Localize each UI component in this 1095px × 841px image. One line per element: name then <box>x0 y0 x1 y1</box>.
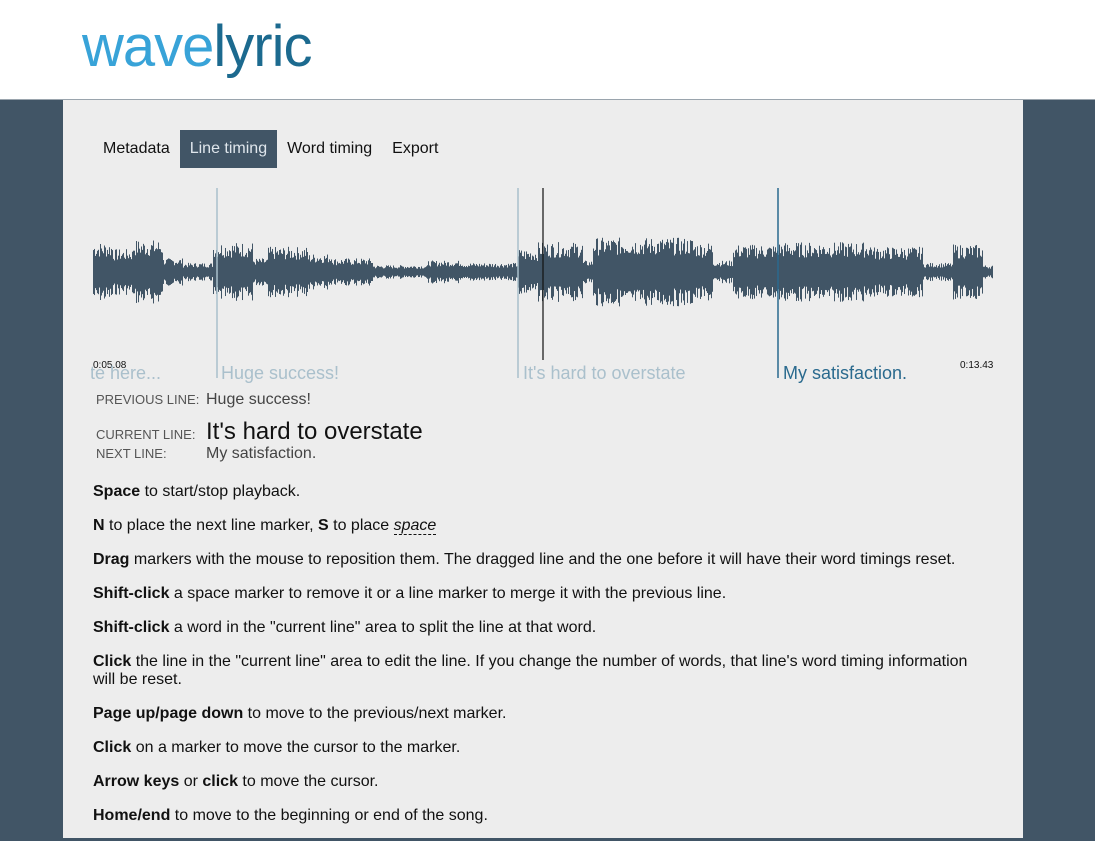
help-shift-click-word: Shift-click a word in the "current line"… <box>93 619 993 637</box>
line-info: PREVIOUS LINE: Huge success! CURRENT LIN… <box>96 391 423 472</box>
help-click-marker: Click on a marker to move the cursor to … <box>93 739 993 757</box>
help-page-key: Page up/page down <box>93 705 244 722</box>
help-arrow: Arrow keys or click to move the cursor. <box>93 773 993 791</box>
help-shift1-text: a space marker to remove it or a line ma… <box>169 585 727 602</box>
help-arrow-key: Arrow keys <box>93 773 180 790</box>
help-space: Space to start/stop playback. <box>93 483 993 501</box>
tab-line-timing[interactable]: Line timing <box>179 130 278 168</box>
tab-export[interactable]: Export <box>382 130 448 168</box>
lyric-marker-my-satisfaction-label[interactable]: My satisfaction. <box>783 363 907 384</box>
help-click2-key: Click <box>93 739 132 756</box>
help-s-text: to place <box>328 517 394 534</box>
end-time-label: 0:13.43 <box>960 360 994 371</box>
header: wavelyric <box>0 0 1095 100</box>
help-n-text: to place the next line marker, <box>104 517 319 534</box>
waveform[interactable] <box>93 188 993 380</box>
help-shift2-key: Shift-click <box>93 619 170 636</box>
help-drag: Drag markers with the mouse to repositio… <box>93 551 993 569</box>
next-line-label: NEXT LINE: <box>96 446 167 461</box>
help-text: Space to start/stop playback. N to place… <box>93 483 993 841</box>
logo-part-wave: wave <box>82 14 214 79</box>
help-page: Page up/page down to move to the previou… <box>93 705 993 723</box>
logo-part-lyric: lyric <box>213 14 312 79</box>
lyric-marker-prev-label[interactable]: ...te here: <box>91 363 161 384</box>
lyric-marker-huge-success-label[interactable]: Huge success! <box>221 363 339 384</box>
help-space-word: space <box>393 517 437 535</box>
help-s-key: S <box>318 517 329 534</box>
tab-metadata[interactable]: Metadata <box>93 130 180 168</box>
previous-line-label: PREVIOUS LINE: <box>96 392 200 407</box>
help-shift2-text: a word in the "current line" area to spl… <box>169 619 597 636</box>
help-click2-text: on a marker to move the cursor to the ma… <box>131 739 461 756</box>
help-space-text: to start/stop playback. <box>140 483 301 500</box>
tab-word-timing[interactable]: Word timing <box>277 130 382 168</box>
help-n-key: N <box>93 517 105 534</box>
lyric-marker-its-hard-label[interactable]: It's hard to overstate <box>523 363 686 384</box>
help-arrow-mid: or <box>179 773 203 790</box>
help-home-text: to move to the beginning or end of the s… <box>170 807 488 824</box>
next-line-value: My satisfaction. <box>206 445 317 462</box>
help-home-key: Home/end <box>93 807 171 824</box>
help-drag-key: Drag <box>93 551 130 568</box>
current-line-label: CURRENT LINE: <box>96 427 196 442</box>
help-n-s: N to place the next line marker, S to pl… <box>93 517 993 535</box>
waveform-area[interactable]: 0:05.08 0:13.43 ...te here: Huge success… <box>91 188 994 383</box>
help-shift1-key: Shift-click <box>93 585 170 602</box>
help-home-end: Home/end to move to the beginning or end… <box>93 807 993 825</box>
current-line-row: CURRENT LINE: It's hard to overstate <box>96 418 423 445</box>
previous-line-row: PREVIOUS LINE: Huge success! <box>96 391 423 418</box>
help-arrow-text: to move the cursor. <box>237 773 379 790</box>
help-drag-text: markers with the mouse to reposition the… <box>129 551 956 568</box>
help-page-text: to move to the previous/next marker. <box>243 705 507 722</box>
help-space-key: Space <box>93 483 141 500</box>
tab-bar: Metadata Line timing Word timing Export <box>93 130 448 168</box>
previous-line-value: Huge success! <box>206 391 311 408</box>
current-line-value[interactable]: It's hard to overstate <box>206 418 423 446</box>
help-click-edit: Click the line in the "current line" are… <box>93 653 993 689</box>
help-arrow-key2: click <box>202 773 238 790</box>
next-line-row: NEXT LINE: My satisfaction. <box>96 445 423 472</box>
main-panel: Metadata Line timing Word timing Export … <box>63 100 1023 838</box>
wavelyric-logo[interactable]: wavelyric <box>82 12 313 82</box>
help-click1-text: the line in the "current line" area to e… <box>93 653 968 688</box>
help-shift-click-marker: Shift-click a space marker to remove it … <box>93 585 993 603</box>
help-click1-key: Click <box>93 653 132 670</box>
